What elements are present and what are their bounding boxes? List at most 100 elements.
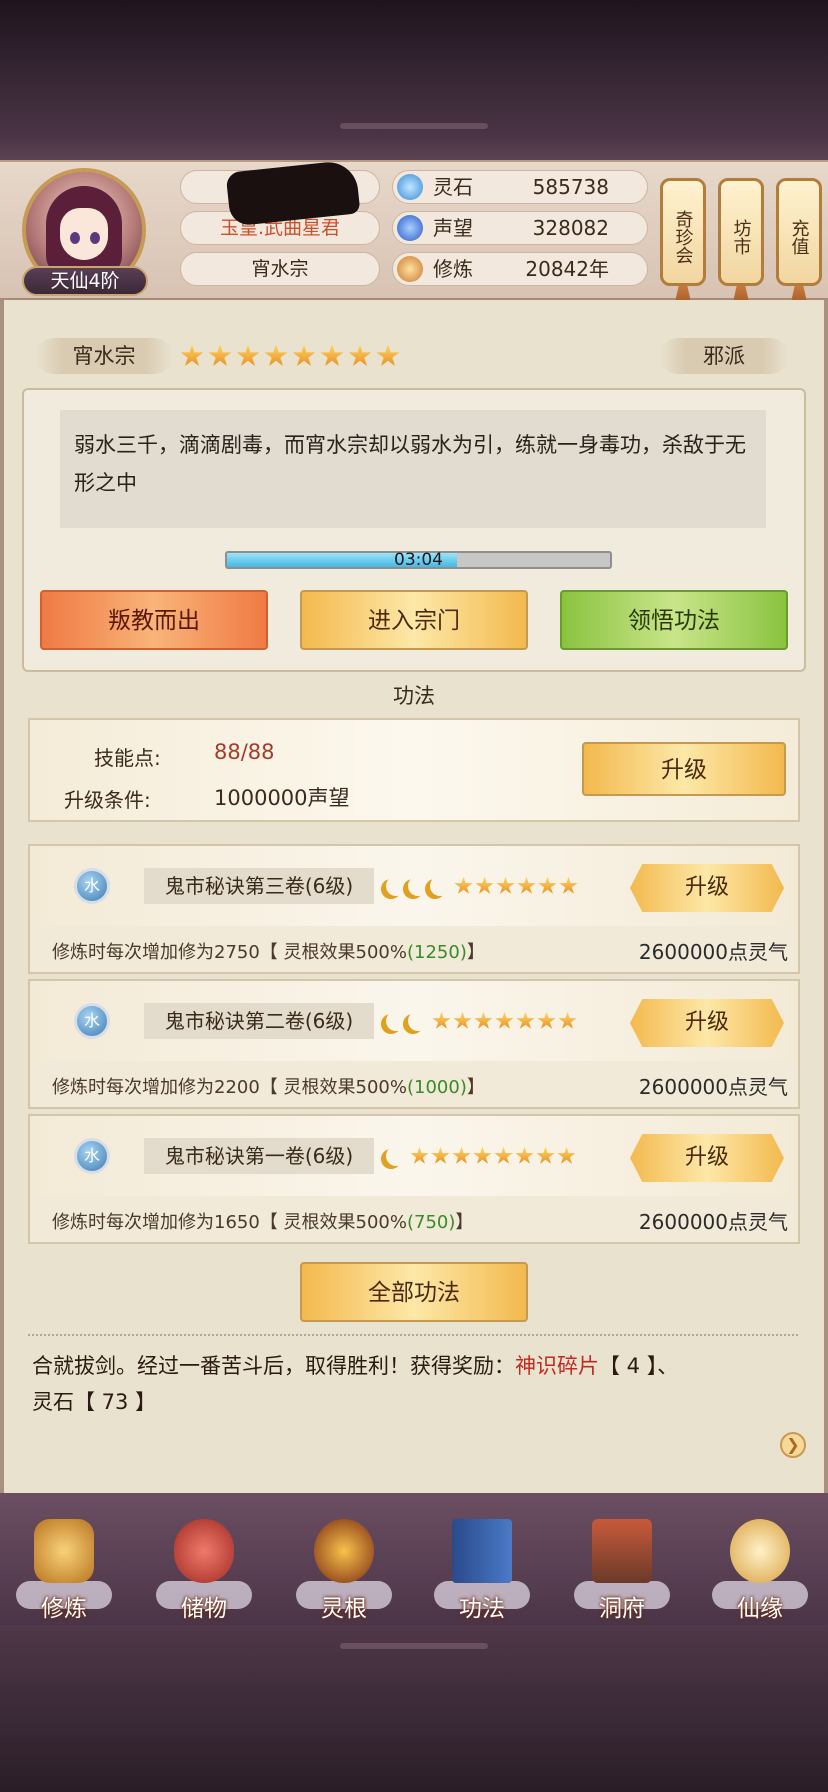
nav-cultivate[interactable]: 修炼	[10, 1515, 118, 1625]
avatar-eye	[70, 232, 80, 244]
resource-label: 灵石	[433, 175, 473, 199]
nav-label: 洞府	[599, 1596, 645, 1622]
nav-label: 储物	[181, 1596, 227, 1622]
star-icon	[208, 344, 232, 366]
cultivation-icon	[397, 256, 423, 282]
cave-house-icon	[592, 1519, 652, 1583]
star-icon	[432, 1011, 451, 1029]
nav-label: 功法	[459, 1596, 505, 1622]
resource-cultivation: 修炼 20842年	[392, 252, 648, 286]
destiny-gourd-icon	[730, 1519, 790, 1583]
resource-spirit-stone: 灵石 585738	[392, 170, 648, 204]
treasure-fair-button[interactable]: 奇珍会	[660, 178, 706, 286]
star-icon	[292, 344, 316, 366]
player-header: 天仙4阶 玉皇.武曲星君 宵水宗 灵石 585738 声望 328082 修炼 …	[0, 160, 828, 316]
gongfa-effect: 修炼时每次增加修为1650【 灵根效果500%(750)】	[52, 1208, 473, 1234]
log-text: 合就拔剑。经过一番苦斗后，取得胜利！获得奖励：	[32, 1354, 515, 1378]
sect-alignment: 邪派	[660, 338, 788, 374]
star-icon	[452, 1146, 471, 1164]
gongfa-item: 水 鬼市秘诀第三卷(6级) 升级 修炼时每次增加修为2750【 灵根效果500%…	[28, 844, 800, 974]
avatar-eye	[90, 232, 100, 244]
skill-points-upgrade-button[interactable]: 升级	[582, 742, 786, 796]
skill-points-box: 技能点: 88/88 升级条件: 1000000声望 升级	[28, 718, 800, 822]
resource-value: 585738	[532, 175, 609, 199]
effect-bracket: 】	[466, 942, 485, 963]
effect-bonus: (1250)	[407, 942, 467, 963]
nav-label: 仙缘	[737, 1596, 783, 1622]
effect-bonus: (750)	[407, 1212, 456, 1233]
gongfa-upgrade-button[interactable]: 升级	[630, 1134, 784, 1182]
gongfa-cost: 2600000点灵气	[638, 940, 788, 964]
sect-stars	[180, 344, 400, 368]
gongfa-effect: 修炼时每次增加修为2750【 灵根效果500%(1250)】	[52, 938, 485, 964]
recharge-button[interactable]: 充值	[776, 178, 822, 286]
nav-spirit-root[interactable]: 灵根	[290, 1515, 398, 1625]
top-background	[0, 0, 828, 160]
resource-reputation: 声望 328082	[392, 211, 648, 245]
market-button[interactable]: 坊市	[718, 178, 764, 286]
star-icon	[536, 1146, 555, 1164]
enter-sect-button[interactable]: 进入宗门	[300, 590, 528, 650]
bottom-nav: 修炼 储物 灵根 功法 洞府 仙缘	[0, 1493, 828, 1633]
gongfa-name: 鬼市秘诀第三卷(6级)	[144, 868, 374, 904]
cultivate-icon	[34, 1519, 94, 1583]
star-icon	[473, 1146, 492, 1164]
bottom-ornament	[0, 1640, 828, 1652]
gongfa-cost: 2600000点灵气	[638, 1210, 788, 1234]
gongfa-upgrade-button[interactable]: 升级	[630, 999, 784, 1047]
resource-value: 328082	[532, 216, 609, 240]
effect-bonus: (1000)	[407, 1077, 467, 1098]
nav-storage[interactable]: 储物	[150, 1515, 258, 1625]
top-ornament	[0, 120, 828, 132]
star-icon	[516, 1011, 535, 1029]
water-element-icon: 水	[74, 1138, 110, 1174]
star-icon	[558, 1011, 577, 1029]
leave-sect-button[interactable]: 叛教而出	[40, 590, 268, 650]
reputation-icon	[397, 215, 423, 241]
gongfa-upgrade-button[interactable]: 升级	[630, 864, 784, 912]
nav-gongfa[interactable]: 功法	[428, 1515, 536, 1625]
skill-book-icon	[452, 1519, 512, 1583]
sect-timer-bar: 03:04	[225, 550, 612, 570]
moon-icon	[408, 876, 428, 896]
storage-bag-icon	[174, 1519, 234, 1583]
nav-label: 修炼	[41, 1596, 87, 1622]
gongfa-name: 鬼市秘诀第一卷(6级)	[144, 1138, 374, 1174]
star-icon	[264, 344, 288, 366]
resource-value: 20842年	[525, 257, 609, 281]
all-gongfa-button[interactable]: 全部功法	[300, 1262, 528, 1322]
expand-arrow-icon[interactable]: ❯	[780, 1432, 806, 1458]
star-icon	[453, 1011, 472, 1029]
star-icon	[180, 344, 204, 366]
skill-points-value: 88/88	[214, 740, 275, 764]
star-icon	[496, 876, 515, 894]
nav-destiny[interactable]: 仙缘	[706, 1515, 814, 1625]
spirit-stone-icon	[397, 174, 423, 200]
water-element-icon: 水	[74, 868, 110, 904]
moon-icon	[386, 1011, 406, 1031]
nav-cave[interactable]: 洞府	[568, 1515, 676, 1625]
star-icon	[410, 1146, 429, 1164]
nav-label: 灵根	[321, 1596, 367, 1622]
skill-points-label: 技能点:	[94, 746, 161, 770]
resource-label: 修炼	[433, 257, 473, 281]
battle-log: 合就拔剑。经过一番苦斗后，取得胜利！获得奖励：神识碎片【 4 】、 灵石【 73…	[32, 1348, 802, 1420]
star-icon	[376, 344, 400, 366]
star-icon	[494, 1146, 513, 1164]
star-icon	[538, 876, 557, 894]
upgrade-condition-label: 升级条件:	[64, 788, 151, 812]
log-reward-item[interactable]: 神识碎片	[515, 1354, 599, 1378]
player-sect: 宵水宗	[180, 252, 380, 286]
gongfa-name: 鬼市秘诀第二卷(6级)	[144, 1003, 374, 1039]
star-icon	[475, 876, 494, 894]
learn-skill-button[interactable]: 领悟功法	[560, 590, 788, 650]
gongfa-rating	[380, 876, 578, 896]
effect-text: 修炼时每次增加修为2200【 灵根效果500%	[52, 1077, 407, 1098]
resource-label: 声望	[433, 216, 473, 240]
log-divider	[28, 1334, 798, 1340]
sect-name-label: 宵水宗	[36, 338, 172, 374]
log-reward-qty: 【 4 】、	[599, 1354, 679, 1378]
sect-description: 弱水三千，滴滴剧毒，而宵水宗却以弱水为引，练就一身毒功，杀敌于无形之中	[60, 410, 766, 528]
star-icon	[348, 344, 372, 366]
gongfa-item: 水 鬼市秘诀第二卷(6级) 升级 修炼时每次增加修为2200【 灵根效果500%…	[28, 979, 800, 1109]
